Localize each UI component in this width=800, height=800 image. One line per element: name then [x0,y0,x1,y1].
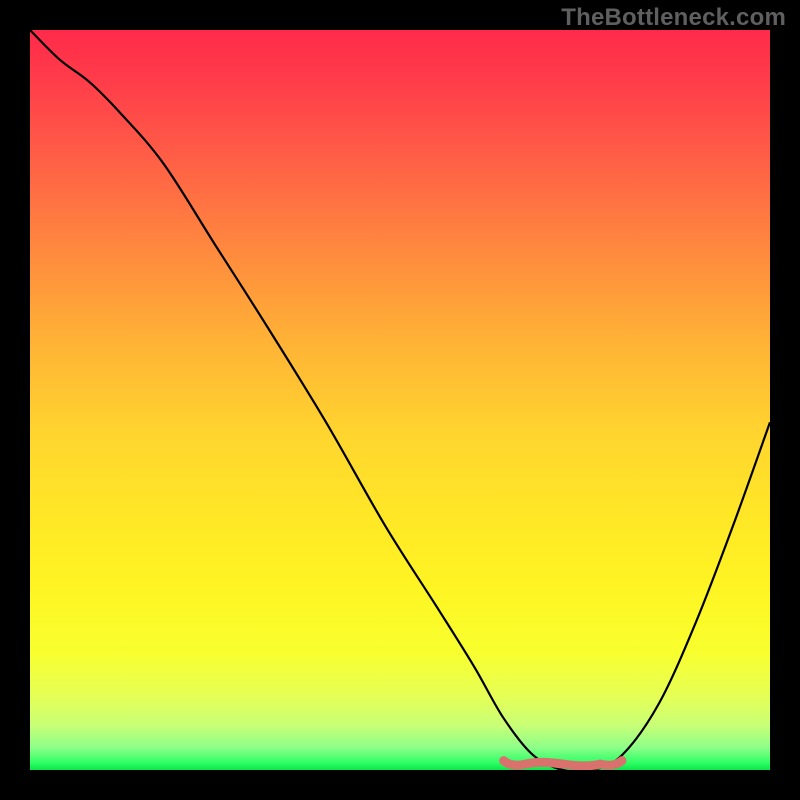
bottleneck-curve [30,30,770,770]
chart-container: TheBottleneck.com [0,0,800,800]
attribution-label: TheBottleneck.com [561,4,786,32]
plot-area [30,30,770,770]
optimal-range-marker [504,761,622,766]
curve-layer [30,30,770,770]
